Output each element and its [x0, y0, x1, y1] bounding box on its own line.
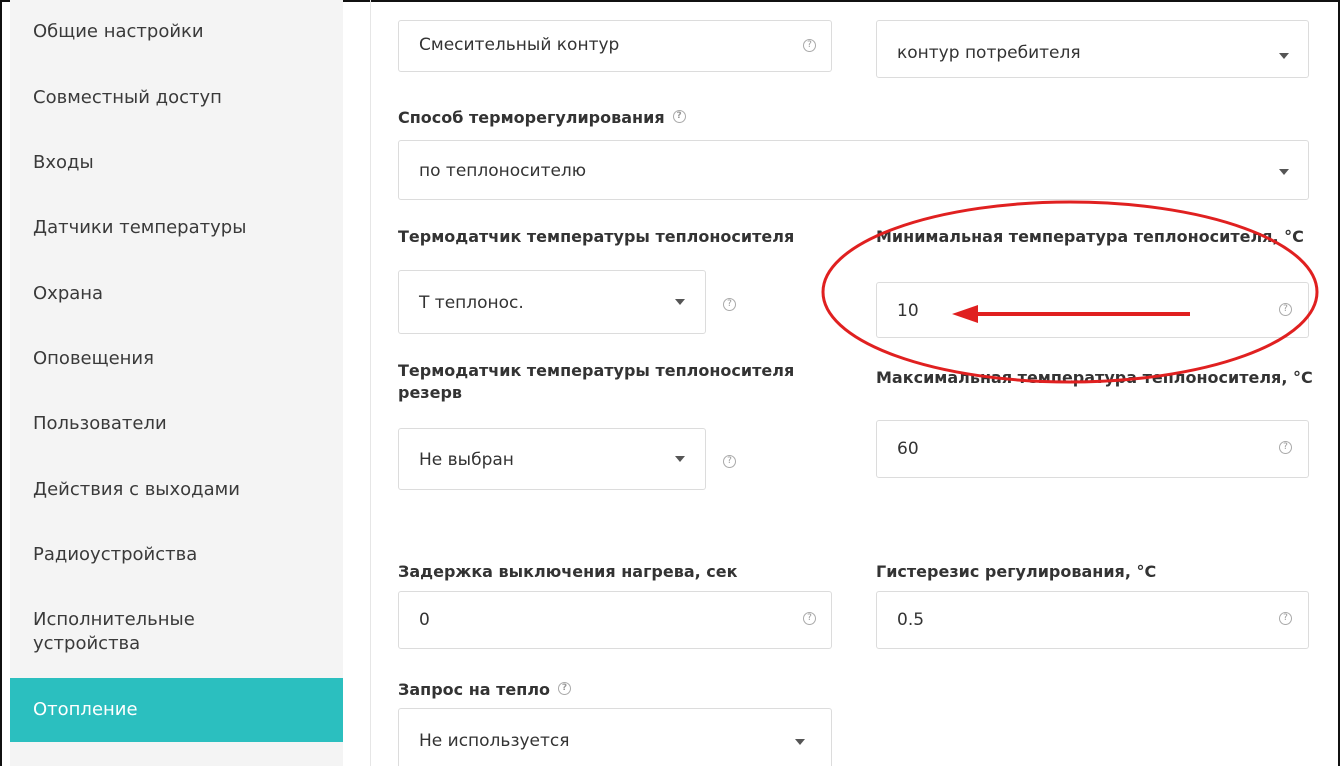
hysteresis-value: 0.5: [897, 610, 925, 630]
help-icon[interactable]: ?: [723, 455, 736, 468]
help-icon[interactable]: ?: [1279, 441, 1292, 454]
min-temp-value: 10: [897, 301, 919, 321]
help-icon[interactable]: ?: [803, 612, 816, 625]
regulation-method-label: Способ терморегулирования?: [398, 107, 686, 129]
sidebar-item-temp-sensors[interactable]: Датчики температуры: [10, 216, 343, 240]
heat-request-label: Запрос на тепло?: [398, 679, 572, 701]
heat-request-select[interactable]: Не используется: [398, 708, 832, 766]
sidebar-item-sharing[interactable]: Совместный доступ: [10, 86, 343, 110]
min-temp-label: Минимальная температура теплоносителя, °…: [876, 227, 1304, 246]
contour-type-select[interactable]: контур потребителя: [876, 20, 1309, 78]
max-temp-label: Максимальная температура теплоносителя, …: [876, 368, 1313, 387]
contour-type-value: контур потребителя: [897, 43, 1081, 63]
sidebar: Общие настройки Совместный доступ Входы …: [10, 0, 343, 766]
sidebar-item-inputs[interactable]: Входы: [10, 151, 343, 175]
sidebar-item-output-actions[interactable]: Действия с выходами: [10, 478, 343, 502]
max-temp-value: 60: [897, 439, 919, 459]
hysteresis-input[interactable]: 0.5 ?: [876, 591, 1309, 649]
coolant-sensor-value: Т теплонос.: [419, 293, 524, 313]
coolant-sensor-select[interactable]: Т теплонос.: [398, 270, 706, 334]
chevron-down-icon: [795, 739, 805, 745]
max-temp-input[interactable]: 60 ?: [876, 420, 1309, 478]
sidebar-item-notifications[interactable]: Оповещения: [10, 347, 343, 371]
coolant-sensor-reserve-label: Термодатчик температуры теплоносителя ре…: [398, 361, 795, 402]
coolant-sensor-reserve-value: Не выбран: [419, 450, 514, 470]
chevron-down-icon: [1279, 53, 1289, 59]
heating-off-delay-value: 0: [419, 610, 430, 630]
help-icon[interactable]: ?: [1279, 612, 1292, 625]
heating-off-delay-input[interactable]: 0 ?: [398, 591, 832, 649]
sidebar-item-users[interactable]: Пользователи: [10, 412, 343, 436]
hysteresis-label: Гистерезис регулирования, °C: [876, 562, 1157, 581]
help-icon[interactable]: ?: [558, 682, 572, 695]
help-icon[interactable]: ?: [1279, 303, 1292, 316]
coolant-sensor-reserve-select[interactable]: Не выбран: [398, 428, 706, 490]
help-icon[interactable]: ?: [723, 298, 736, 311]
heating-off-delay-label: Задержка выключения нагрева, сек: [398, 562, 738, 581]
sidebar-item-actuators[interactable]: Исполнительные устройства: [10, 608, 230, 656]
sidebar-item-radio-devices[interactable]: Радиоустройства: [10, 543, 343, 567]
sidebar-item-security[interactable]: Охрана: [10, 282, 343, 306]
coolant-sensor-label: Термодатчик температуры теплоносителя: [398, 227, 795, 246]
chevron-down-icon: [1279, 169, 1289, 175]
min-temp-input[interactable]: 10 ?: [876, 282, 1309, 338]
sidebar-item-general[interactable]: Общие настройки: [10, 20, 343, 44]
content-divider: [370, 0, 371, 766]
contour-name-input[interactable]: Смесительный контур ?: [398, 20, 832, 72]
heat-request-value: Не используется: [419, 731, 570, 751]
regulation-method-select[interactable]: по теплоносителю: [398, 140, 1309, 200]
chevron-down-icon: [675, 456, 685, 462]
contour-name-value: Смесительный контур: [419, 35, 620, 55]
help-icon[interactable]: ?: [803, 39, 816, 52]
sidebar-item-heating[interactable]: Отопление: [10, 678, 343, 742]
regulation-method-value: по теплоносителю: [419, 161, 587, 181]
help-icon[interactable]: ?: [672, 110, 686, 123]
chevron-down-icon: [675, 299, 685, 305]
